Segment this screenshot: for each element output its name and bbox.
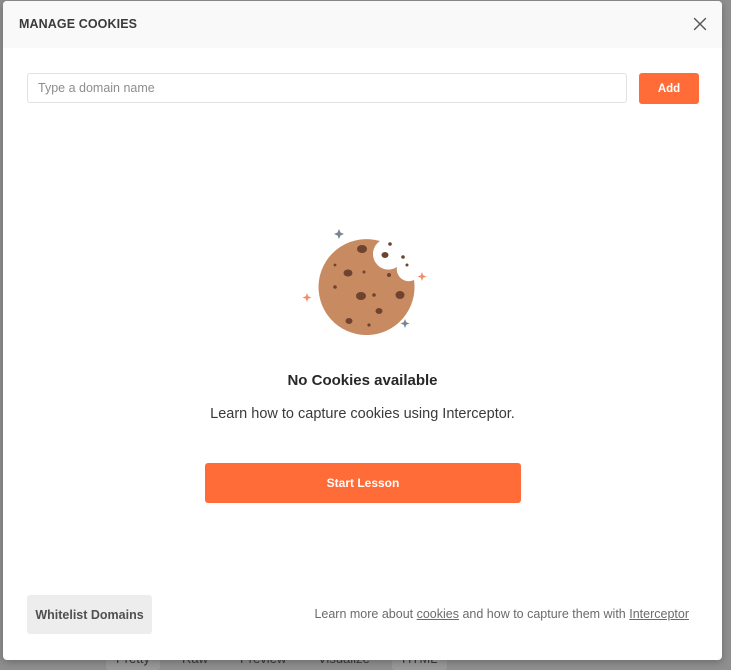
cookies-link[interactable]: cookies	[417, 607, 459, 621]
cookie-icon	[299, 225, 429, 336]
modal-title: MANAGE COOKIES	[19, 17, 138, 31]
start-lesson-button[interactable]: Start Lesson	[205, 463, 521, 503]
close-icon[interactable]	[692, 16, 708, 32]
footer-text-middle: and how to capture them with	[459, 607, 630, 621]
modal-header: MANAGE COOKIES	[3, 1, 722, 48]
empty-state-title: No Cookies available	[287, 372, 438, 389]
footer-help-text: Learn more about cookies and how to capt…	[314, 607, 689, 621]
whitelist-domains-button[interactable]: Whitelist Domains	[27, 595, 152, 634]
empty-state-description: Learn how to capture cookies using Inter…	[210, 406, 515, 422]
footer-text-before: Learn more about	[314, 607, 417, 621]
interceptor-link[interactable]: Interceptor	[629, 607, 689, 621]
domain-input[interactable]	[27, 73, 627, 103]
add-button[interactable]: Add	[639, 73, 699, 104]
manage-cookies-modal: MANAGE COOKIES Add	[3, 1, 722, 660]
